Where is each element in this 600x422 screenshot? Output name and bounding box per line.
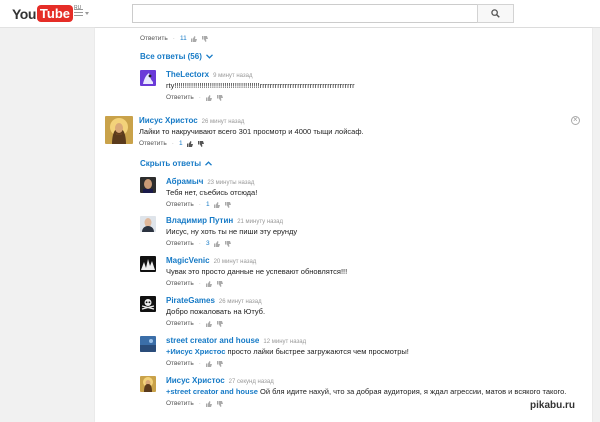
logo-you-text: You <box>12 5 36 22</box>
search-icon <box>491 9 500 18</box>
comment-text-body: просто лайки быстрее загружаются чем про… <box>225 347 409 356</box>
hide-replies-label: Скрыть ответы <box>140 159 202 168</box>
thumb-up-icon[interactable] <box>213 241 220 247</box>
thumb-down-icon[interactable] <box>201 36 208 42</box>
search-button[interactable] <box>477 4 514 23</box>
thumb-down-icon[interactable] <box>216 401 223 407</box>
comment-text: Добро пожаловать на Ютуб. <box>166 307 266 316</box>
comment-menu-icon[interactable] <box>571 115 580 125</box>
hide-replies-link[interactable]: Скрыть ответы <box>140 159 213 168</box>
like-count: 3 <box>205 240 210 247</box>
author-name[interactable]: MagicVenic <box>166 256 210 265</box>
chevron-up-icon <box>205 161 213 166</box>
avatar[interactable] <box>105 116 133 144</box>
thumb-down-icon[interactable] <box>216 95 223 101</box>
avatar[interactable] <box>140 216 156 232</box>
thumb-up-icon[interactable] <box>205 95 212 101</box>
reply-button[interactable]: Ответить <box>166 398 194 410</box>
comment-text: Лайки то накручивают всего 301 просмотр … <box>139 127 364 136</box>
reply-button[interactable]: Ответить <box>166 318 194 330</box>
reply-button[interactable]: Ответить <box>166 199 194 211</box>
thumb-down-icon[interactable] <box>224 241 231 247</box>
comment-text: Тебя нет, съебись отсюда! <box>166 188 258 197</box>
show-all-replies-label: Все ответы (56) <box>140 52 202 61</box>
avatar[interactable] <box>140 336 156 352</box>
comment-text: Иисус, ну хоть ты не пиши эту ерунду <box>166 227 298 236</box>
youtube-logo[interactable]: You Tube RU <box>12 5 81 22</box>
comment-actions: Ответить · <box>166 278 347 290</box>
avatar[interactable] <box>140 376 156 392</box>
thumb-down-icon[interactable] <box>197 141 204 147</box>
thumb-down-icon[interactable] <box>224 202 231 208</box>
comments-panel: Ответить · 11 Все ответы (56) TheLectorx… <box>95 28 592 422</box>
author-name[interactable]: street creator and house <box>166 336 259 345</box>
avatar[interactable] <box>140 70 156 86</box>
timestamp[interactable]: 27 секунд назад <box>229 379 274 385</box>
comment-actions: Ответить · 3 <box>166 238 297 250</box>
reply-button[interactable]: Ответить <box>166 278 194 290</box>
comment-text: rty!!!!!!!!!!!!!!!!!!!!!!!!!!!!!!!!!!!!!… <box>166 81 355 90</box>
timestamp[interactable]: 9 минут назад <box>213 73 252 79</box>
mention-link[interactable]: +street creator and house <box>166 387 258 396</box>
comment-text: Чувак это просто данные не успевают обно… <box>166 267 348 276</box>
comment-actions: Ответить · <box>166 92 355 104</box>
masthead: You Tube RU <box>0 0 600 28</box>
thumb-up-icon[interactable] <box>190 36 197 42</box>
timestamp[interactable]: 26 минут назад <box>202 119 245 125</box>
thumb-down-icon[interactable] <box>216 281 223 287</box>
comment-actions: Ответить · <box>166 318 265 330</box>
thumb-up-icon[interactable] <box>186 141 193 147</box>
timestamp[interactable]: 23 минуты назад <box>207 180 254 186</box>
search-bar <box>132 4 514 23</box>
author-name[interactable]: Иисус Христос <box>139 116 198 125</box>
comment-actions: Ответить · 1 <box>139 138 364 150</box>
author-name[interactable]: PirateGames <box>166 296 215 305</box>
thumb-down-icon[interactable] <box>216 321 223 327</box>
comment-actions: Ответить · 11 <box>140 33 213 45</box>
avatar[interactable] <box>140 177 156 193</box>
author-name[interactable]: Иисус Христос <box>166 376 225 385</box>
comment-text: +street creator and house Ой бля идите н… <box>166 386 566 397</box>
like-count: 1 <box>205 201 210 208</box>
reply-button[interactable]: Ответить <box>166 238 194 250</box>
timestamp[interactable]: 12 минут назад <box>263 339 306 345</box>
timestamp[interactable]: 26 минут назад <box>219 299 262 305</box>
thumb-up-icon[interactable] <box>213 202 220 208</box>
comment-actions: Ответить · <box>166 398 566 410</box>
author-name[interactable]: Владимир Путин <box>166 216 233 225</box>
avatar[interactable] <box>140 296 156 312</box>
partial-comment-actions: Ответить · 11 <box>140 32 213 45</box>
avatar[interactable] <box>140 256 156 272</box>
timestamp[interactable]: 20 минут назад <box>214 259 257 265</box>
comment-text: +Иисус Христос просто лайки быстрее загр… <box>166 346 409 357</box>
reply-button[interactable]: Ответить <box>140 33 168 45</box>
chevron-down-icon <box>205 54 213 59</box>
search-input[interactable] <box>132 4 477 23</box>
watermark: pikabu.ru <box>530 400 576 411</box>
mention-link[interactable]: +Иисус Христос <box>166 347 225 356</box>
comment-actions: Ответить · 1 <box>166 199 257 211</box>
thumb-up-icon[interactable] <box>205 361 212 367</box>
reply-button[interactable]: Ответить <box>139 138 167 150</box>
like-count: 1 <box>178 140 183 147</box>
show-all-replies-link[interactable]: Все ответы (56) <box>140 52 213 61</box>
timestamp[interactable]: 21 минуту назад <box>237 219 283 225</box>
like-count: 11 <box>179 35 187 42</box>
reply-button[interactable]: Ответить <box>166 92 194 104</box>
thumb-up-icon[interactable] <box>205 321 212 327</box>
thumb-down-icon[interactable] <box>216 361 223 367</box>
reply-button[interactable]: Ответить <box>166 358 194 370</box>
thumb-up-icon[interactable] <box>205 281 212 287</box>
comment-actions: Ответить · <box>166 358 409 370</box>
author-name[interactable]: Абрамыч <box>166 177 203 186</box>
author-name[interactable]: TheLectorx <box>166 70 209 79</box>
comment-text-body: Ой бля идите нахуй, что за добрая аудито… <box>257 387 567 396</box>
logo-tube-text: Tube <box>36 5 73 22</box>
thumb-up-icon[interactable] <box>205 401 212 407</box>
guide-menu-icon[interactable] <box>74 9 89 19</box>
